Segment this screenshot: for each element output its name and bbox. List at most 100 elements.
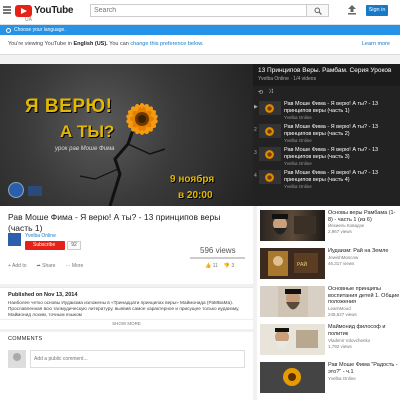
recommendation-title: Рав Моше Фима "Радость - это?" - ч.1 — [328, 362, 398, 375]
playlist-item-title: Рав Моше Фима - Я верю! А ты? - 13 принц… — [284, 101, 379, 114]
paradise-thumb-icon: РАЙ — [260, 248, 325, 279]
change-preference-link[interactable]: change this preference below. — [130, 41, 203, 47]
recommendation-thumbnail — [260, 286, 325, 317]
playlist-controls: ⟲ ⤨ — [258, 89, 273, 96]
comments-heading: COMMENTS — [8, 336, 43, 342]
flower-image — [126, 103, 158, 135]
svg-text:РАЙ: РАЙ — [297, 261, 307, 268]
recommendation-item[interactable]: Маймонид философ и политик Vladimir Vdov… — [260, 324, 400, 357]
user-avatar — [8, 350, 26, 368]
playlist-item-channel: Yvelba Online — [284, 184, 312, 189]
recommendation-title: Маймонид философ и политик — [328, 324, 386, 337]
recommendation-views: 1,792 views — [328, 344, 352, 349]
recommendation-channel: Vladimir Vdovchenko — [328, 338, 371, 343]
share-label: Share — [42, 263, 56, 269]
video-overlay-date: 9 ноября — [170, 174, 215, 185]
recommendation-channel: LearnMood — [328, 306, 351, 311]
notice-text-mid: You can — [109, 41, 129, 47]
recommendations-sidebar: Основы веры Рамбама (1-8) - часть 1 (из … — [257, 206, 400, 400]
sentiment-bar — [190, 257, 245, 259]
playlist-item[interactable]: 2 Рав Моше Фима - Я верю! А ты? - 13 при… — [253, 121, 400, 143]
notice-language: English (US). — [73, 41, 108, 47]
playlist-item-channel: Yvelba Online — [284, 115, 312, 120]
recommendation-views: 245,527 views — [328, 312, 357, 317]
share-button[interactable]: ➦ Share — [37, 263, 56, 269]
flower-thumb-icon — [265, 173, 274, 182]
logo-text: YouTube — [34, 5, 74, 16]
description-text: Наиболее четко основы Иудаизма изложены … — [8, 300, 240, 317]
video-overlay-title-2: А ТЫ? — [60, 122, 115, 141]
view-count: 596 views — [200, 246, 236, 255]
loop-icon[interactable]: ⟲ — [258, 89, 263, 96]
flower-thumb-icon — [265, 150, 274, 159]
recommendation-title: Основы веры Рамбама (1-8) - часть 1 (из … — [328, 210, 396, 223]
recommendation-item[interactable]: Основные принципы воспитания детей 1. Об… — [260, 286, 400, 319]
video-overlay-title: Я ВЕРЮ! — [25, 96, 113, 117]
playlist-item[interactable]: 4 Рав Моше Фима - Я верю! А ты? - 13 при… — [253, 167, 400, 189]
video-overlay-time: в 20:00 — [178, 190, 213, 201]
playlist-title[interactable]: 13 Принципов Веры. Рамбам. Серия Уроков — [258, 67, 395, 74]
search-button[interactable] — [307, 4, 329, 17]
recommendation-channel: Yvelba Online — [328, 376, 356, 381]
playlist-thumbnail — [259, 170, 281, 184]
masthead: YouTube UA Sign in — [0, 0, 400, 25]
playlist-item[interactable]: 3 Рав Моше Фима - Я верю! А ты? - 13 при… — [253, 144, 400, 166]
playlist-header[interactable]: 13 Принципов Веры. Рамбам. Серия Уроков … — [253, 64, 400, 86]
recommendation-thumbnail — [260, 362, 325, 393]
playlist-thumbnail — [259, 147, 281, 161]
add-to-button[interactable]: + Add to — [8, 263, 27, 269]
video-overlay-subtitle: урок рав Моше Фима — [55, 146, 115, 152]
region-label: UA — [25, 17, 32, 23]
like-count: 11 — [212, 263, 218, 269]
language-bar[interactable]: Choose your language. — [0, 25, 400, 35]
recommendation-thumbnail — [260, 324, 325, 355]
globe-icon — [6, 27, 11, 33]
channel-avatar[interactable] — [8, 233, 21, 246]
search-input[interactable] — [90, 4, 307, 17]
playlist-item-title: Рав Моше Фима - Я верю! А ты? - 13 принц… — [284, 170, 379, 183]
recommendation-views: 46,317 views — [328, 261, 355, 266]
playlist-panel: 13 Принципов Веры. Рамбам. Серия Уроков … — [253, 64, 400, 206]
recommendation-channel: JewishMoscow — [328, 255, 359, 260]
subscriber-count: 92 — [67, 241, 81, 250]
like-dislike: 👍 11 👎 3 — [205, 263, 234, 269]
thumbs-up-icon: 👍 — [205, 263, 212, 269]
recommendation-views: 2,967 views — [328, 229, 352, 234]
recommendation-thumbnail: РАЙ — [260, 248, 325, 279]
video-player[interactable]: Я ВЕРЮ! А ТЫ? урок рав Моше Фима 9 ноябр… — [0, 64, 253, 206]
playlist-item[interactable]: ▶ Рав Моше Фима - Я верю! А ты? - 13 при… — [253, 98, 400, 120]
playlist-thumbnail — [259, 124, 281, 138]
recommendation-item[interactable]: РАЙ Иудаизм: Рай на Земле JewishMoscow 4… — [260, 248, 400, 281]
flower-thumb-icon — [265, 127, 274, 136]
rabbi-portrait-icon — [272, 214, 316, 235]
video-title: Рав Моше Фима - Я верю! А ты? - 13 принц… — [8, 212, 221, 233]
like-button[interactable]: 👍 11 — [205, 263, 218, 269]
video-info: Рав Моше Фима - Я верю! А ты? - 13 принц… — [0, 206, 253, 284]
sign-in-button[interactable]: Sign in — [366, 5, 388, 16]
dislike-count: 3 — [231, 263, 235, 269]
channel-name-link[interactable]: Yvelba Online — [25, 233, 56, 239]
language-notice: You're viewing YouTube in English (US). … — [0, 35, 400, 55]
menu-icon[interactable] — [3, 6, 11, 14]
rabbi-portrait-icon — [278, 286, 308, 317]
upload-icon[interactable] — [348, 5, 356, 15]
recommendation-item[interactable]: Рав Моше Фима "Радость - это?" - ч.1 Yve… — [260, 362, 400, 395]
recommendation-channel: Йехиель Ковадзе — [328, 223, 365, 228]
show-more-button[interactable]: SHOW MORE — [0, 319, 253, 327]
shuffle-icon[interactable]: ⤨ — [268, 89, 273, 96]
add-to-label: Add to — [12, 263, 27, 269]
learn-more-link[interactable]: Learn more — [362, 41, 390, 47]
recommendation-item[interactable]: Основы веры Рамбама (1-8) - часть 1 (из … — [260, 210, 400, 243]
recommendation-title: Иудаизм: Рай на Земле — [328, 248, 389, 254]
comment-input[interactable] — [30, 350, 245, 368]
playlist-meta: Yvelba Online · 1/4 videos — [258, 76, 317, 82]
play-logo-icon — [15, 4, 32, 17]
playlist-item-channel: Yvelba Online — [284, 161, 312, 166]
subscribe-button[interactable]: Subscribe — [25, 241, 65, 250]
more-button[interactable]: ··· More — [65, 263, 83, 269]
recommendation-thumbnail — [260, 210, 325, 241]
channel-logo-icon — [8, 182, 24, 198]
playlist-thumbnail — [259, 101, 281, 115]
dislike-button[interactable]: 👎 3 — [224, 263, 234, 269]
youtube-logo[interactable]: YouTube — [15, 4, 74, 17]
